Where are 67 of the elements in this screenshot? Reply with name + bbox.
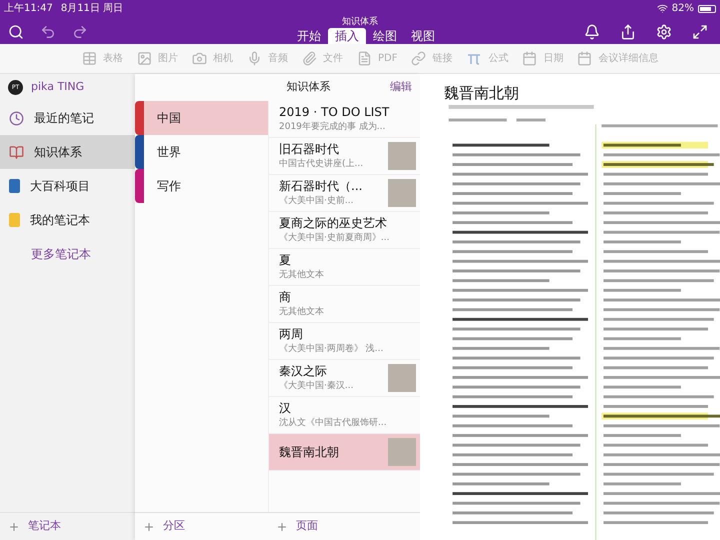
- ribbon-tab[interactable]: 开始: [290, 28, 328, 44]
- page-preview: 《大美中国·秦汉...: [279, 380, 354, 394]
- panel-title: 知识体系: [286, 79, 332, 96]
- page-item[interactable]: 新石器时代（... 《大美中国·史前...: [269, 175, 420, 212]
- link-icon: [411, 51, 426, 66]
- page-title: 魏晋南北朝: [279, 444, 340, 461]
- page-preview: 沈从文《中国古代服饰研...: [279, 417, 388, 430]
- notebook-item[interactable]: 知识体系: [0, 135, 135, 169]
- page-preview: 无其他文本: [279, 306, 325, 320]
- page-item[interactable]: 秦汉之际 《大美中国·秦汉...: [269, 360, 420, 397]
- page-title: 秦汉之际: [279, 363, 328, 380]
- page-preview: 《大美中国·史前...: [279, 195, 354, 208]
- page-title: 夏: [279, 252, 292, 270]
- note-title: 魏晋南北朝: [444, 83, 520, 104]
- image-icon: [137, 51, 152, 66]
- calendar-icon: [577, 51, 592, 66]
- notebook-item[interactable]: 大百科项目: [0, 169, 135, 203]
- page-preview: 2019年要完成的事 成为...: [279, 121, 386, 134]
- mic-icon: [247, 51, 262, 66]
- pdf-icon: [357, 51, 372, 66]
- account-name: pika TING: [31, 79, 84, 96]
- ribbon-tab[interactable]: 绘图: [366, 28, 404, 44]
- page-item[interactable]: 旧石器时代 中国古代史讲座(上...: [269, 138, 420, 175]
- plus-icon: [8, 520, 20, 532]
- page-preview: 中国古代史讲座(上...: [279, 158, 364, 172]
- page-title: 夏商之际的巫史艺术: [279, 215, 388, 232]
- table-icon: [82, 51, 97, 66]
- page-title: 汉: [279, 400, 292, 418]
- page-preview: 无其他文本: [279, 269, 325, 282]
- section-item[interactable]: 写作: [144, 169, 268, 203]
- page-preview: 《大美中国·史前夏商周》...: [279, 232, 390, 246]
- notebook-item[interactable]: 我的笔记本: [0, 203, 135, 237]
- calendar-icon: [522, 51, 538, 66]
- page-title: 新石器时代（...: [279, 178, 364, 196]
- plus-icon: [276, 520, 288, 532]
- redo-icon[interactable]: [72, 24, 88, 40]
- page-item[interactable]: 魏晋南北朝: [269, 434, 420, 471]
- section-item[interactable]: 中国: [144, 101, 268, 135]
- page-preview: 《大美中国·两周卷》 浅...: [279, 343, 384, 356]
- notification-icon[interactable]: [584, 24, 600, 40]
- page-title: 商: [279, 289, 292, 306]
- status-date: 8月11日 周日: [60, 2, 124, 16]
- add-page-button[interactable]: 页面: [268, 518, 326, 535]
- battery-level: 82%: [672, 2, 694, 16]
- page-title: 两周: [279, 326, 304, 344]
- fullscreen-icon[interactable]: [692, 24, 708, 40]
- camera-icon: [192, 51, 207, 66]
- clip-icon: [302, 51, 317, 66]
- search-icon[interactable]: [8, 24, 24, 40]
- wifi-icon: [656, 3, 668, 14]
- share-icon[interactable]: [620, 24, 636, 40]
- add-section-button[interactable]: 分区: [135, 518, 268, 535]
- clock-icon: [9, 110, 24, 126]
- plus-icon: [143, 520, 155, 532]
- battery-icon: [698, 4, 716, 12]
- page-title: 旧石器时代: [279, 141, 340, 158]
- notebook-item[interactable]: 最近的笔记: [0, 101, 135, 135]
- section-item[interactable]: 世界: [144, 135, 268, 169]
- page-title: 2019 · TO DO LIST: [279, 104, 390, 122]
- edit-link[interactable]: 编辑: [382, 79, 420, 96]
- ribbon-tab[interactable]: 插入: [328, 28, 366, 44]
- undo-icon[interactable]: [40, 24, 56, 40]
- window-title: 知识体系: [342, 17, 378, 28]
- ribbon-tab[interactable]: 视图: [404, 28, 442, 44]
- more-notebooks-link[interactable]: 更多笔记本: [0, 237, 135, 271]
- status-time: 上午11:47: [4, 2, 53, 16]
- settings-icon[interactable]: [656, 24, 672, 40]
